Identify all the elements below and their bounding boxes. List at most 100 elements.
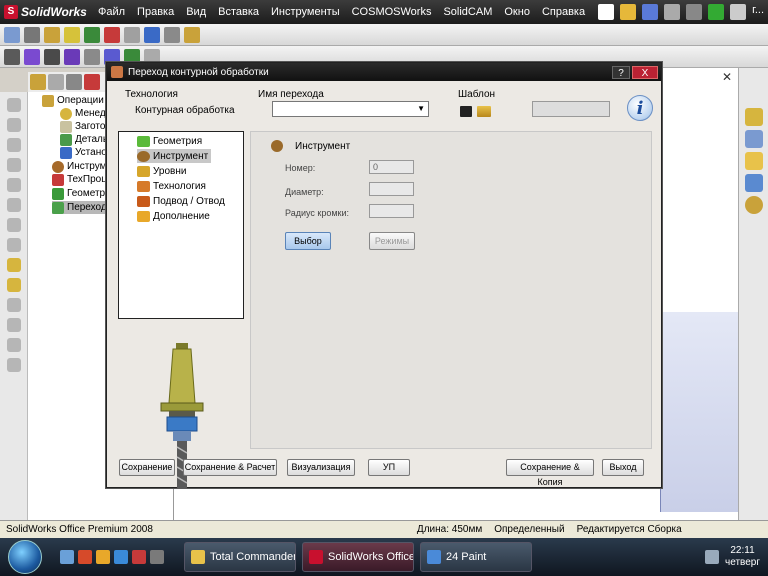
clock[interactable]: 22:11 четверг	[725, 545, 760, 569]
help-button[interactable]: ?	[612, 65, 630, 79]
pencil-icon[interactable]	[24, 26, 40, 43]
menu-file[interactable]: Файл	[92, 0, 131, 24]
tree-item-part[interactable]: Деталь	[60, 133, 108, 146]
diagonal-line-icon[interactable]	[44, 48, 60, 65]
model-part[interactable]	[660, 312, 740, 512]
cam-manager-tab-icon[interactable]	[84, 74, 100, 90]
menu-window[interactable]: Окно	[498, 0, 536, 24]
diameter-field[interactable]	[369, 182, 414, 196]
open-template-icon[interactable]	[477, 106, 491, 117]
file-explorer-icon[interactable]	[745, 152, 763, 170]
menu-view[interactable]: Вид	[180, 0, 212, 24]
modes-button[interactable]: Режимы	[369, 232, 415, 250]
menu-edit[interactable]: Правка	[131, 0, 180, 24]
nav-item-approach[interactable]: Подвод / Отвод	[137, 194, 228, 208]
menu-solidcam[interactable]: SolidCAM	[437, 0, 498, 24]
menu-insert[interactable]: Вставка	[212, 0, 265, 24]
property-manager-tab-icon[interactable]	[48, 74, 64, 90]
page-navigation-list: Геометрия Инструмент Уровни Технология П…	[118, 131, 244, 319]
save-template-icon[interactable]	[460, 106, 472, 117]
info-icon[interactable]: i	[627, 95, 653, 121]
save-and-copy-button[interactable]: Сохранение & Копия	[506, 459, 594, 487]
close-button[interactable]: X	[632, 65, 658, 79]
zoom-icon[interactable]	[144, 26, 160, 43]
start-button[interactable]	[8, 540, 42, 574]
tree-item-operations[interactable]: Операции	[42, 94, 104, 107]
print-icon[interactable]	[664, 4, 681, 20]
nav-item-additional[interactable]: Дополнение	[137, 209, 213, 223]
dome-icon[interactable]	[7, 358, 21, 372]
tool-group: Инструмент Номер: 0 Диаметр: Радиус кром…	[261, 140, 421, 250]
new-file-icon[interactable]	[598, 4, 615, 20]
sketch-icon[interactable]	[4, 26, 20, 43]
visualize-button[interactable]: Визуализация	[287, 459, 355, 476]
solidworks-resources-icon[interactable]	[745, 108, 763, 126]
chamfer-icon[interactable]	[7, 198, 21, 212]
shell-icon[interactable]	[7, 218, 21, 232]
number-field[interactable]: 0	[369, 160, 414, 174]
cam-icon[interactable]	[7, 258, 21, 272]
traffic-light-icon[interactable]	[708, 4, 725, 20]
pattern-icon[interactable]	[7, 318, 21, 332]
save-icon[interactable]	[642, 4, 659, 20]
nav-item-geometry[interactable]: Геометрия	[137, 134, 205, 148]
view-icon[interactable]	[124, 26, 140, 43]
fillet-icon[interactable]	[7, 178, 21, 192]
part-icon[interactable]	[104, 26, 120, 43]
feature-icon[interactable]	[44, 26, 60, 43]
viewport-close-icon[interactable]: ✕	[722, 70, 732, 84]
nav-item-tool[interactable]: Инструмент	[137, 149, 212, 163]
feature-manager-tab-icon[interactable]	[30, 74, 46, 90]
loft-icon[interactable]	[7, 158, 21, 172]
configuration-manager-tab-icon[interactable]	[66, 74, 82, 90]
task-total-commander[interactable]: Total Commander 7.5...	[184, 542, 296, 572]
options-icon[interactable]	[730, 4, 747, 20]
nc-program-button[interactable]: УП	[368, 459, 410, 476]
hole-icon[interactable]	[7, 338, 21, 352]
assembly-icon[interactable]	[64, 26, 80, 43]
ie-icon[interactable]	[114, 550, 128, 564]
show-desktop-icon[interactable]	[60, 550, 74, 564]
app-icon[interactable]	[132, 550, 146, 564]
app2-icon[interactable]	[150, 550, 164, 564]
radius-field[interactable]	[369, 204, 414, 218]
view-palette-icon[interactable]	[745, 174, 763, 192]
design-library-icon[interactable]	[745, 130, 763, 148]
firefox-icon[interactable]	[96, 550, 110, 564]
cam-operation-icon[interactable]	[7, 278, 21, 292]
save-button[interactable]: Сохранение	[119, 459, 175, 476]
smart-dimension-icon[interactable]	[24, 48, 40, 65]
hide-show-icon[interactable]	[184, 26, 200, 43]
opera-icon[interactable]	[78, 550, 92, 564]
rotate-icon[interactable]	[164, 26, 180, 43]
manager-icon	[60, 107, 72, 120]
undo-icon[interactable]	[686, 4, 703, 20]
save-and-calculate-button[interactable]: Сохранение & Расчет	[183, 459, 277, 476]
circle-icon[interactable]	[64, 48, 80, 65]
task-solidworks[interactable]: SolidWorks Office Pre...	[302, 542, 414, 572]
task-paint[interactable]: 24 Paint	[420, 542, 532, 572]
mirror-icon[interactable]	[7, 298, 21, 312]
dialog-title-bar[interactable]: Переход контурной обработки ? X	[107, 63, 661, 81]
template-field[interactable]	[532, 101, 610, 117]
chevron-down-icon[interactable]: ▼	[417, 104, 425, 113]
exit-button[interactable]: Выход	[602, 459, 644, 476]
menu-cosmosworks[interactable]: COSMOSWorks	[346, 0, 438, 24]
mate-icon[interactable]	[84, 26, 100, 43]
rib-icon[interactable]	[7, 238, 21, 252]
line-icon[interactable]	[4, 48, 20, 65]
nav-item-levels[interactable]: Уровни	[137, 164, 189, 178]
extrude-icon[interactable]	[7, 98, 21, 112]
tray-icon[interactable]	[705, 550, 719, 564]
arc-icon[interactable]	[84, 48, 100, 65]
open-folder-icon[interactable]	[620, 4, 637, 20]
menu-tools[interactable]: Инструменты	[265, 0, 346, 24]
revolve-icon[interactable]	[7, 118, 21, 132]
select-tool-button[interactable]: Выбор	[285, 232, 331, 250]
appearances-icon[interactable]	[745, 196, 763, 214]
operation-name-combobox[interactable]: ▼	[272, 101, 429, 117]
menu-help[interactable]: Справка	[536, 0, 591, 24]
menu-extra[interactable]: г...	[752, 4, 764, 20]
sweep-icon[interactable]	[7, 138, 21, 152]
nav-item-technology[interactable]: Технология	[137, 179, 209, 193]
